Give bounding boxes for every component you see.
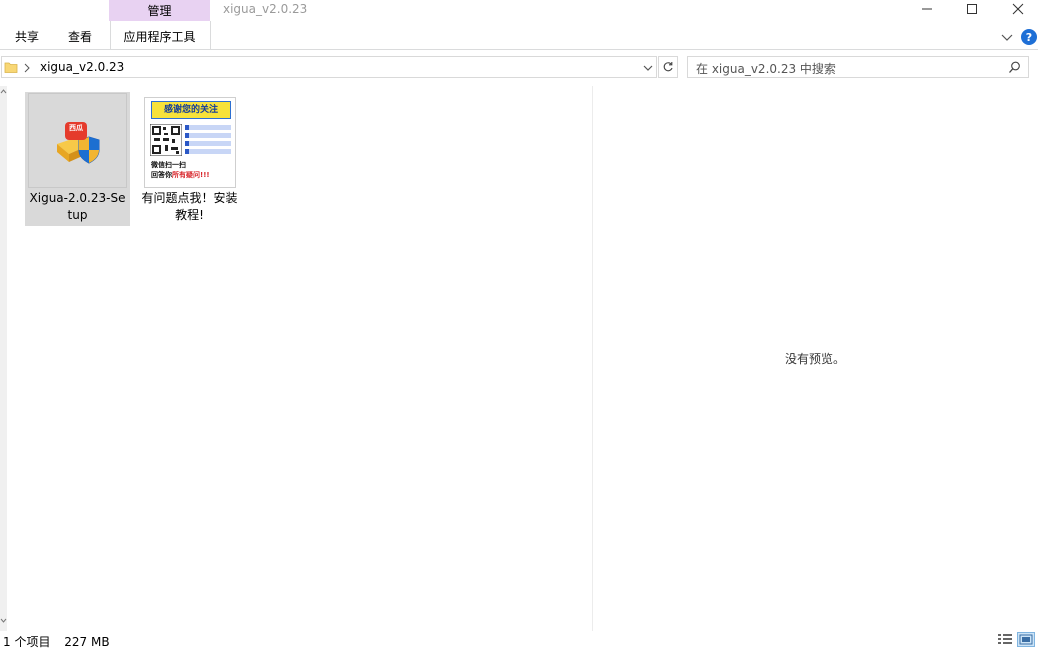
maximize-button[interactable] [949,0,995,18]
expand-ribbon-button[interactable] [1000,30,1014,44]
installer-icon: 西瓜 [25,92,130,188]
close-button[interactable] [995,0,1038,18]
preview-message: 没有预览。 [784,352,845,366]
search-placeholder: 在 xigua_v2.0.23 中搜索 [696,62,836,76]
status-item-count: 1 个项目 [3,635,51,649]
chevron-right-icon [24,63,30,73]
tab-share[interactable]: 共享 [8,24,46,48]
help-icon: ? [1025,30,1033,44]
details-view-button[interactable] [996,632,1014,647]
address-bar[interactable]: xigua_v2.0.23 [1,56,657,78]
thumbnail-banner: 感谢您的关注 [151,101,231,119]
file-name-installer: Xigua-2.0.23-Setup [29,191,126,222]
dropdown-chevron-icon[interactable] [642,62,654,74]
address-path: xigua_v2.0.23 [40,60,125,74]
file-name-guide-image: 有问题点我！安装教程! [141,191,238,222]
folder-icon [4,62,18,73]
large-icons-view-button[interactable] [1017,632,1035,647]
tab-application-tools[interactable]: 应用程序工具 [110,24,209,48]
search-icon [1009,61,1020,73]
file-item-installer[interactable]: 西瓜 Xigua-2.0.23-Setup [25,92,130,226]
search-box[interactable]: 在 xigua_v2.0.23 中搜索 [687,56,1029,78]
tab-application-tools-label: 应用程序工具 [123,29,196,44]
details-view-icon [998,634,1012,644]
manage-tab-label: 管理 [147,4,172,18]
close-icon [1012,3,1024,15]
qr-code-icon [150,124,182,156]
help-button[interactable]: ? [1021,29,1037,45]
maximize-icon [967,4,977,14]
chevron-down-icon [1001,34,1013,41]
thumbnail-caption-2: 回答你所有疑问!!! [151,171,210,180]
large-icons-view-icon [1019,634,1033,645]
ribbon-divider [0,49,1038,50]
thumbnail-caption-2-highlight: 所有疑问!!! [172,171,210,179]
refresh-button[interactable] [658,56,678,78]
thumbnail-feature-list [185,125,231,154]
scroll-down-icon[interactable] [0,618,7,624]
thumbnail-image: 感谢您的关注 微信扫一扫 回答你所有疑问!!! [144,97,236,188]
minimize-button[interactable] [904,0,950,18]
navigation-pane-edge[interactable] [0,86,7,631]
tab-view[interactable]: 查看 [61,24,99,48]
status-bar: 1 个项目 227 MB [3,633,110,650]
tab-share-label: 共享 [14,29,39,44]
scroll-up-icon[interactable] [0,88,7,94]
thumbnail-caption-1: 微信扫一扫 [151,161,186,169]
refresh-icon [663,62,673,72]
window-title: xigua_v2.0.23 [223,2,308,16]
status-size: 227 MB [64,635,110,649]
installer-badge-text: 西瓜 [69,124,83,132]
minimize-icon [922,8,932,10]
image-thumbnail-icon: 感谢您的关注 微信扫一扫 回答你所有疑问!!! [137,92,242,188]
manage-tab[interactable]: 管理 [109,0,210,21]
file-item-guide-image[interactable]: 感谢您的关注 微信扫一扫 回答你所有疑问!!! 有问题点我！安装教程! [137,92,242,226]
tab-view-label: 查看 [67,29,92,44]
thumbnail-caption-2-prefix: 回答你 [151,171,172,179]
